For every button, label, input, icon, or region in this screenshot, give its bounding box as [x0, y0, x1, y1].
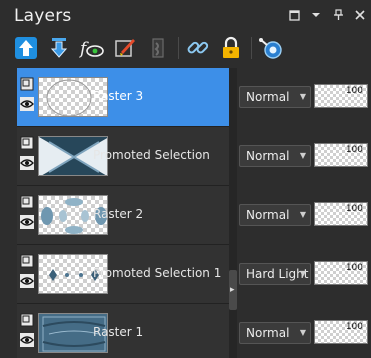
move-layer-down-icon[interactable]: [46, 35, 72, 61]
pin-icon[interactable]: [331, 8, 345, 22]
layer-icons: [20, 313, 36, 353]
layer-icons: [20, 136, 36, 176]
opacity-value: 100: [345, 204, 363, 214]
blend-mode-select[interactable]: Normal ▼: [239, 145, 311, 167]
window-controls: [287, 8, 367, 22]
layer-row-raster-3[interactable]: Raster 3: [17, 68, 229, 127]
visibility-eye-icon[interactable]: [20, 97, 34, 111]
layer-controls-row: Normal ▼ 100: [237, 304, 371, 358]
splitter-arrow-icon: ▸: [230, 285, 235, 295]
blend-mode-select[interactable]: Normal ▼: [239, 86, 311, 108]
layer-list: Raster 3 Promoted Selection Raster 2 Pro…: [17, 68, 229, 358]
mask-icon[interactable]: [145, 35, 171, 61]
link-icon[interactable]: [185, 35, 211, 61]
chevron-down-icon: ▼: [299, 269, 306, 278]
layer-name: Raster 3: [93, 89, 144, 103]
title-bar: Layers: [0, 0, 371, 32]
layer-controls-row: Normal ▼ 100: [237, 186, 371, 245]
layer-name: Promoted Selection 1: [93, 266, 222, 280]
blend-mode-select[interactable]: Normal ▼: [239, 322, 311, 344]
opacity-value: 100: [345, 263, 363, 273]
layer-name: Promoted Selection: [93, 148, 210, 162]
layer-type-icon[interactable]: [20, 136, 34, 150]
fx-layer-effects-icon[interactable]: f: [79, 35, 105, 61]
layer-type-icon[interactable]: [20, 313, 34, 327]
blend-mode-select[interactable]: Normal ▼: [239, 204, 311, 226]
move-layer-up-icon[interactable]: [13, 35, 39, 61]
chevron-down-icon: ▼: [299, 328, 306, 337]
layer-controls-row: Normal ▼ 100: [237, 68, 371, 127]
layers-panel: Layers f Raster 3 Promoted Selection Ras…: [0, 0, 371, 358]
opacity-value: 100: [345, 86, 363, 96]
restore-icon[interactable]: [287, 8, 301, 22]
blend-mode-select[interactable]: Hard Light ▼: [239, 263, 311, 285]
layer-controls-row: Hard Light ▼ 100: [237, 245, 371, 304]
lock-icon[interactable]: [218, 35, 244, 61]
visibility-eye-icon[interactable]: [20, 274, 34, 288]
opacity-field[interactable]: 100: [314, 202, 368, 226]
opacity-value: 100: [345, 145, 363, 155]
layer-icons: [20, 195, 36, 235]
layer-row-raster-2[interactable]: Raster 2: [17, 186, 229, 245]
opacity-field[interactable]: 100: [314, 320, 368, 344]
layer-type-icon[interactable]: [20, 77, 34, 91]
layer-icons: [20, 77, 36, 117]
blend-mode-value: Normal: [246, 149, 290, 163]
layer-name: Raster 1: [93, 325, 144, 339]
close-icon[interactable]: [353, 8, 367, 22]
layer-row-raster-1[interactable]: Raster 1: [17, 304, 229, 358]
opacity-value: 100: [345, 322, 363, 332]
layer-type-icon[interactable]: [20, 195, 34, 209]
visibility-eye-icon[interactable]: [20, 333, 34, 347]
edit-brush-icon[interactable]: [112, 35, 138, 61]
layer-row-promoted-selection[interactable]: Promoted Selection: [17, 127, 229, 186]
blend-mode-value: Normal: [246, 90, 290, 104]
toolbar-separator: [251, 37, 252, 59]
layer-controls-row: Normal ▼ 100: [237, 127, 371, 186]
layer-properties-column: Normal ▼ 100 Normal ▼ 100 Normal ▼ 100 Hard…: [237, 68, 371, 358]
layer-name: Raster 2: [93, 207, 144, 221]
layer-type-icon[interactable]: [20, 254, 34, 268]
panel-splitter[interactable]: [229, 68, 237, 358]
chevron-down-icon: ▼: [299, 92, 306, 101]
opacity-field[interactable]: 100: [314, 261, 368, 285]
blend-mode-value: Normal: [246, 326, 290, 340]
visibility-eye-icon[interactable]: [20, 156, 34, 170]
menu-dropdown-icon[interactable]: [309, 8, 323, 22]
eye-camera-icon[interactable]: [258, 35, 284, 61]
chevron-down-icon: ▼: [299, 151, 306, 160]
layer-row-promoted-selection-1[interactable]: Promoted Selection 1: [17, 245, 229, 304]
blend-mode-value: Normal: [246, 208, 290, 222]
layers-toolbar: f: [0, 32, 371, 64]
opacity-field[interactable]: 100: [314, 84, 368, 108]
visibility-eye-icon[interactable]: [20, 215, 34, 229]
chevron-down-icon: ▼: [299, 210, 306, 219]
layer-icons: [20, 254, 36, 294]
opacity-field[interactable]: 100: [314, 143, 368, 167]
panel-title: Layers: [14, 6, 72, 26]
toolbar-separator: [178, 37, 179, 59]
